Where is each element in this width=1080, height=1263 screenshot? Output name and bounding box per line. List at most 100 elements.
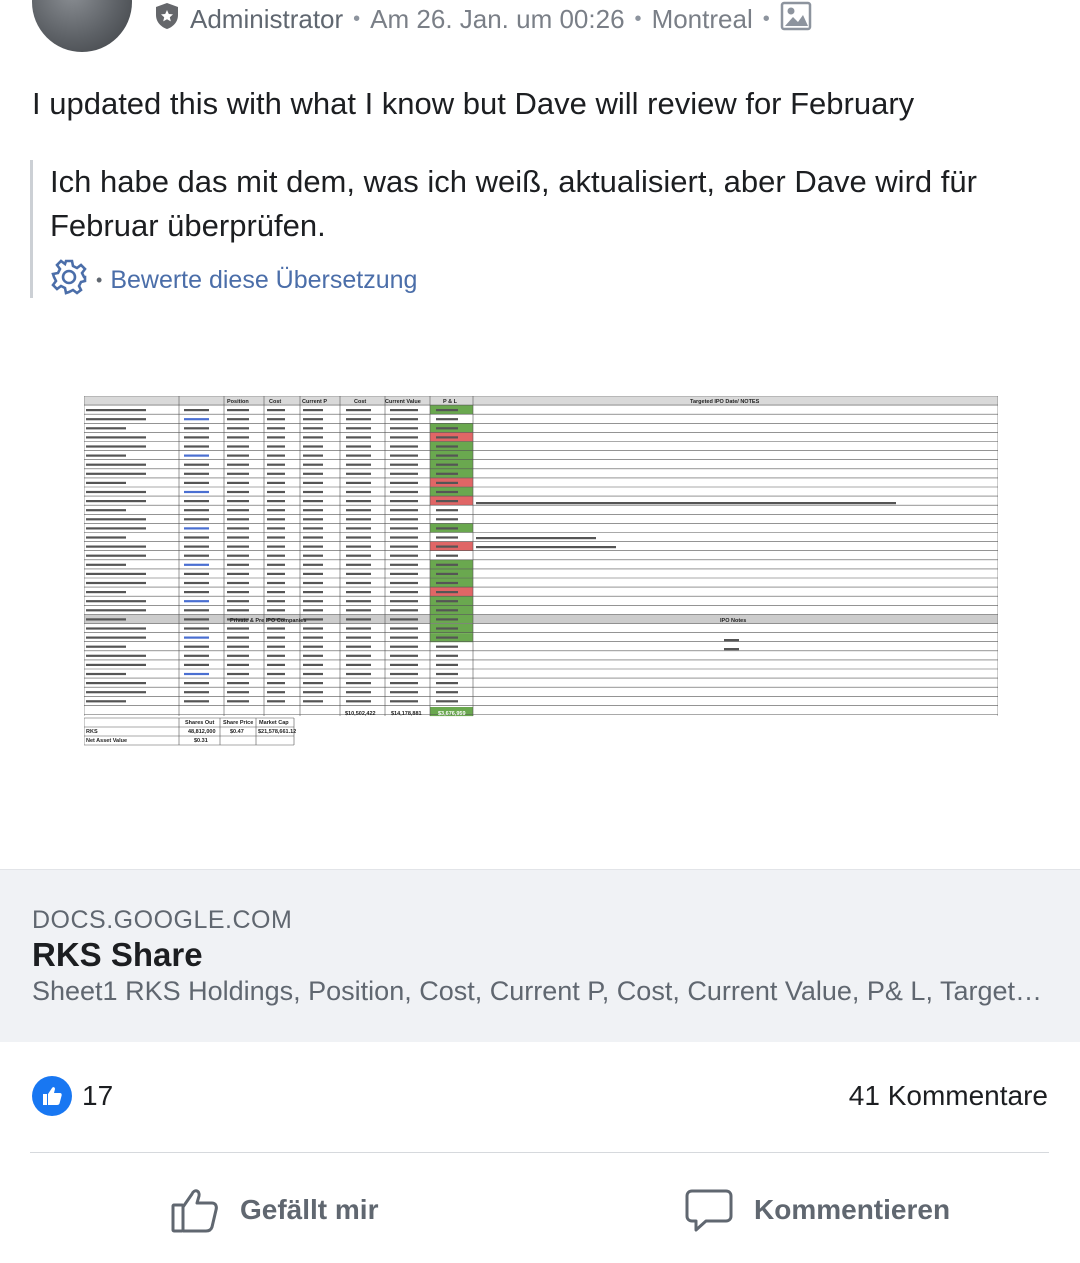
sheet-cell-text	[390, 463, 418, 466]
sheet-cell-text	[346, 581, 371, 585]
sheet-cell-text	[436, 545, 458, 548]
sheet-cell-text	[436, 591, 458, 594]
sheet-cell-text	[86, 654, 146, 657]
sheet-total-pnl: $3,676,959	[438, 711, 466, 717]
sheet-cell-text	[227, 700, 249, 703]
sheet-cell-text	[86, 454, 126, 457]
reaction-stats: 17 41 Kommentare	[0, 1072, 1080, 1124]
sheet-cell-text	[267, 636, 285, 639]
comment-button[interactable]: Kommentieren	[684, 1170, 950, 1250]
sheet-cell-text	[436, 463, 458, 466]
sheet-cell-text	[303, 609, 323, 612]
sheet-cell-text	[267, 663, 285, 666]
sheet-cell-text	[436, 672, 458, 676]
sheet-cell-text	[390, 645, 418, 648]
sheet-cell-text	[184, 500, 209, 503]
sheet-cell-text	[436, 427, 458, 430]
sheet-cell-text	[436, 418, 458, 421]
sheet-cell-text	[267, 572, 285, 575]
sheet-cell-text	[86, 682, 146, 685]
sheet-cell-text	[86, 445, 146, 448]
sheet-cell-text	[346, 409, 371, 412]
sheet-note-text	[476, 546, 616, 549]
sheet-cell-text	[184, 654, 209, 657]
comments-count[interactable]: 41 Kommentare	[849, 1080, 1048, 1112]
sheet-header-position: Position	[227, 399, 249, 405]
sheet-cell-text	[390, 509, 418, 512]
link-preview-image[interactable]: Position Cost Current P Cost Current Val…	[0, 312, 1080, 868]
sheet-shares-out-header: Shares Out	[185, 720, 215, 726]
sheet-header-pnl: P & L	[443, 399, 458, 405]
sheet-cell-text	[267, 600, 285, 603]
sheet-cell-text	[227, 581, 249, 585]
spreadsheet-thumbnail: Position Cost Current P Cost Current Val…	[84, 396, 998, 746]
sheet-cell-text	[303, 481, 323, 484]
sheet-cell-text	[184, 490, 209, 494]
sheet-cell-text	[303, 409, 323, 412]
sheet-cell-text	[436, 500, 458, 503]
like-button[interactable]: Gefällt mir	[170, 1170, 378, 1250]
sheet-cell-text	[390, 627, 418, 630]
sheet-cell-text	[303, 545, 323, 548]
sheet-cell-text	[86, 636, 146, 639]
sheet-cell-text	[390, 663, 418, 666]
sheet-cell-text	[86, 618, 126, 621]
sheet-header-cost: Cost	[269, 399, 281, 405]
like-reaction-badge[interactable]	[32, 1076, 72, 1116]
sheet-cell-text	[267, 691, 285, 694]
sheet-cell-text	[303, 427, 323, 430]
avatar[interactable]	[32, 0, 132, 52]
sheet-cell-text	[436, 454, 458, 457]
sheet-cell-text	[346, 418, 371, 421]
post-date[interactable]: Am 26. Jan. um 00:26	[370, 4, 624, 35]
sheet-cell-text	[227, 418, 249, 421]
sheet-cell-text	[436, 572, 458, 575]
sheet-cell-text	[346, 454, 371, 457]
sheet-cell-text	[436, 691, 458, 694]
like-button-label: Gefällt mir	[240, 1194, 379, 1225]
sheet-cell-text	[390, 609, 418, 612]
sheet-cell-text	[267, 536, 285, 539]
sheet-cell-text	[390, 418, 418, 421]
sheet-cell-text	[267, 481, 285, 484]
sheet-cell-text	[227, 636, 249, 639]
sheet-cell-text	[436, 436, 458, 439]
author-role[interactable]: Administrator	[190, 4, 343, 35]
sheet-cell-text	[436, 445, 458, 448]
sheet-cell-text	[227, 490, 249, 494]
sheet-cell-text	[346, 700, 371, 703]
sheet-cell-text	[86, 609, 146, 612]
sheet-cell-text	[86, 700, 126, 703]
sheet-cell-text	[303, 509, 323, 512]
divider	[30, 1152, 1049, 1153]
sheet-market-cap-header: Market Cap	[259, 720, 289, 726]
comment-button-label: Kommentieren	[754, 1194, 951, 1225]
gear-icon[interactable]	[50, 258, 88, 303]
sheet-cell-text	[303, 627, 323, 630]
sheet-cell-text	[390, 682, 418, 685]
sheet-cell-text	[303, 636, 323, 639]
sheet-cell-text	[86, 481, 126, 484]
sheet-cell-text	[436, 600, 458, 603]
like-count[interactable]: 17	[82, 1080, 113, 1112]
sheet-cell-text	[267, 581, 285, 585]
link-card[interactable]: DOCS.GOOGLE.COM RKS Share Sheet1 RKS Hol…	[0, 869, 1080, 1042]
sheet-cell-text	[346, 591, 371, 594]
sheet-cell-text	[303, 663, 323, 666]
post-location[interactable]: Montreal	[652, 4, 753, 35]
sheet-cell-text	[303, 654, 323, 657]
sheet-cell-text	[184, 409, 209, 412]
sheet-note-text	[724, 639, 739, 642]
link-title[interactable]: RKS Share	[32, 936, 203, 974]
sheet-cell-text	[390, 545, 418, 548]
sheet-cell-text	[346, 445, 371, 448]
sheet-cell-text	[346, 572, 371, 575]
rate-translation-link[interactable]: Bewerte diese Übersetzung	[110, 266, 417, 295]
sheet-cell-text	[227, 554, 249, 557]
sheet-cell-text	[436, 654, 458, 657]
sheet-cell-text	[86, 672, 126, 676]
sheet-cell-text	[267, 654, 285, 657]
sheet-cell-text	[303, 463, 323, 466]
sheet-cell-text	[86, 663, 146, 666]
sheet-cell-text	[267, 609, 285, 612]
